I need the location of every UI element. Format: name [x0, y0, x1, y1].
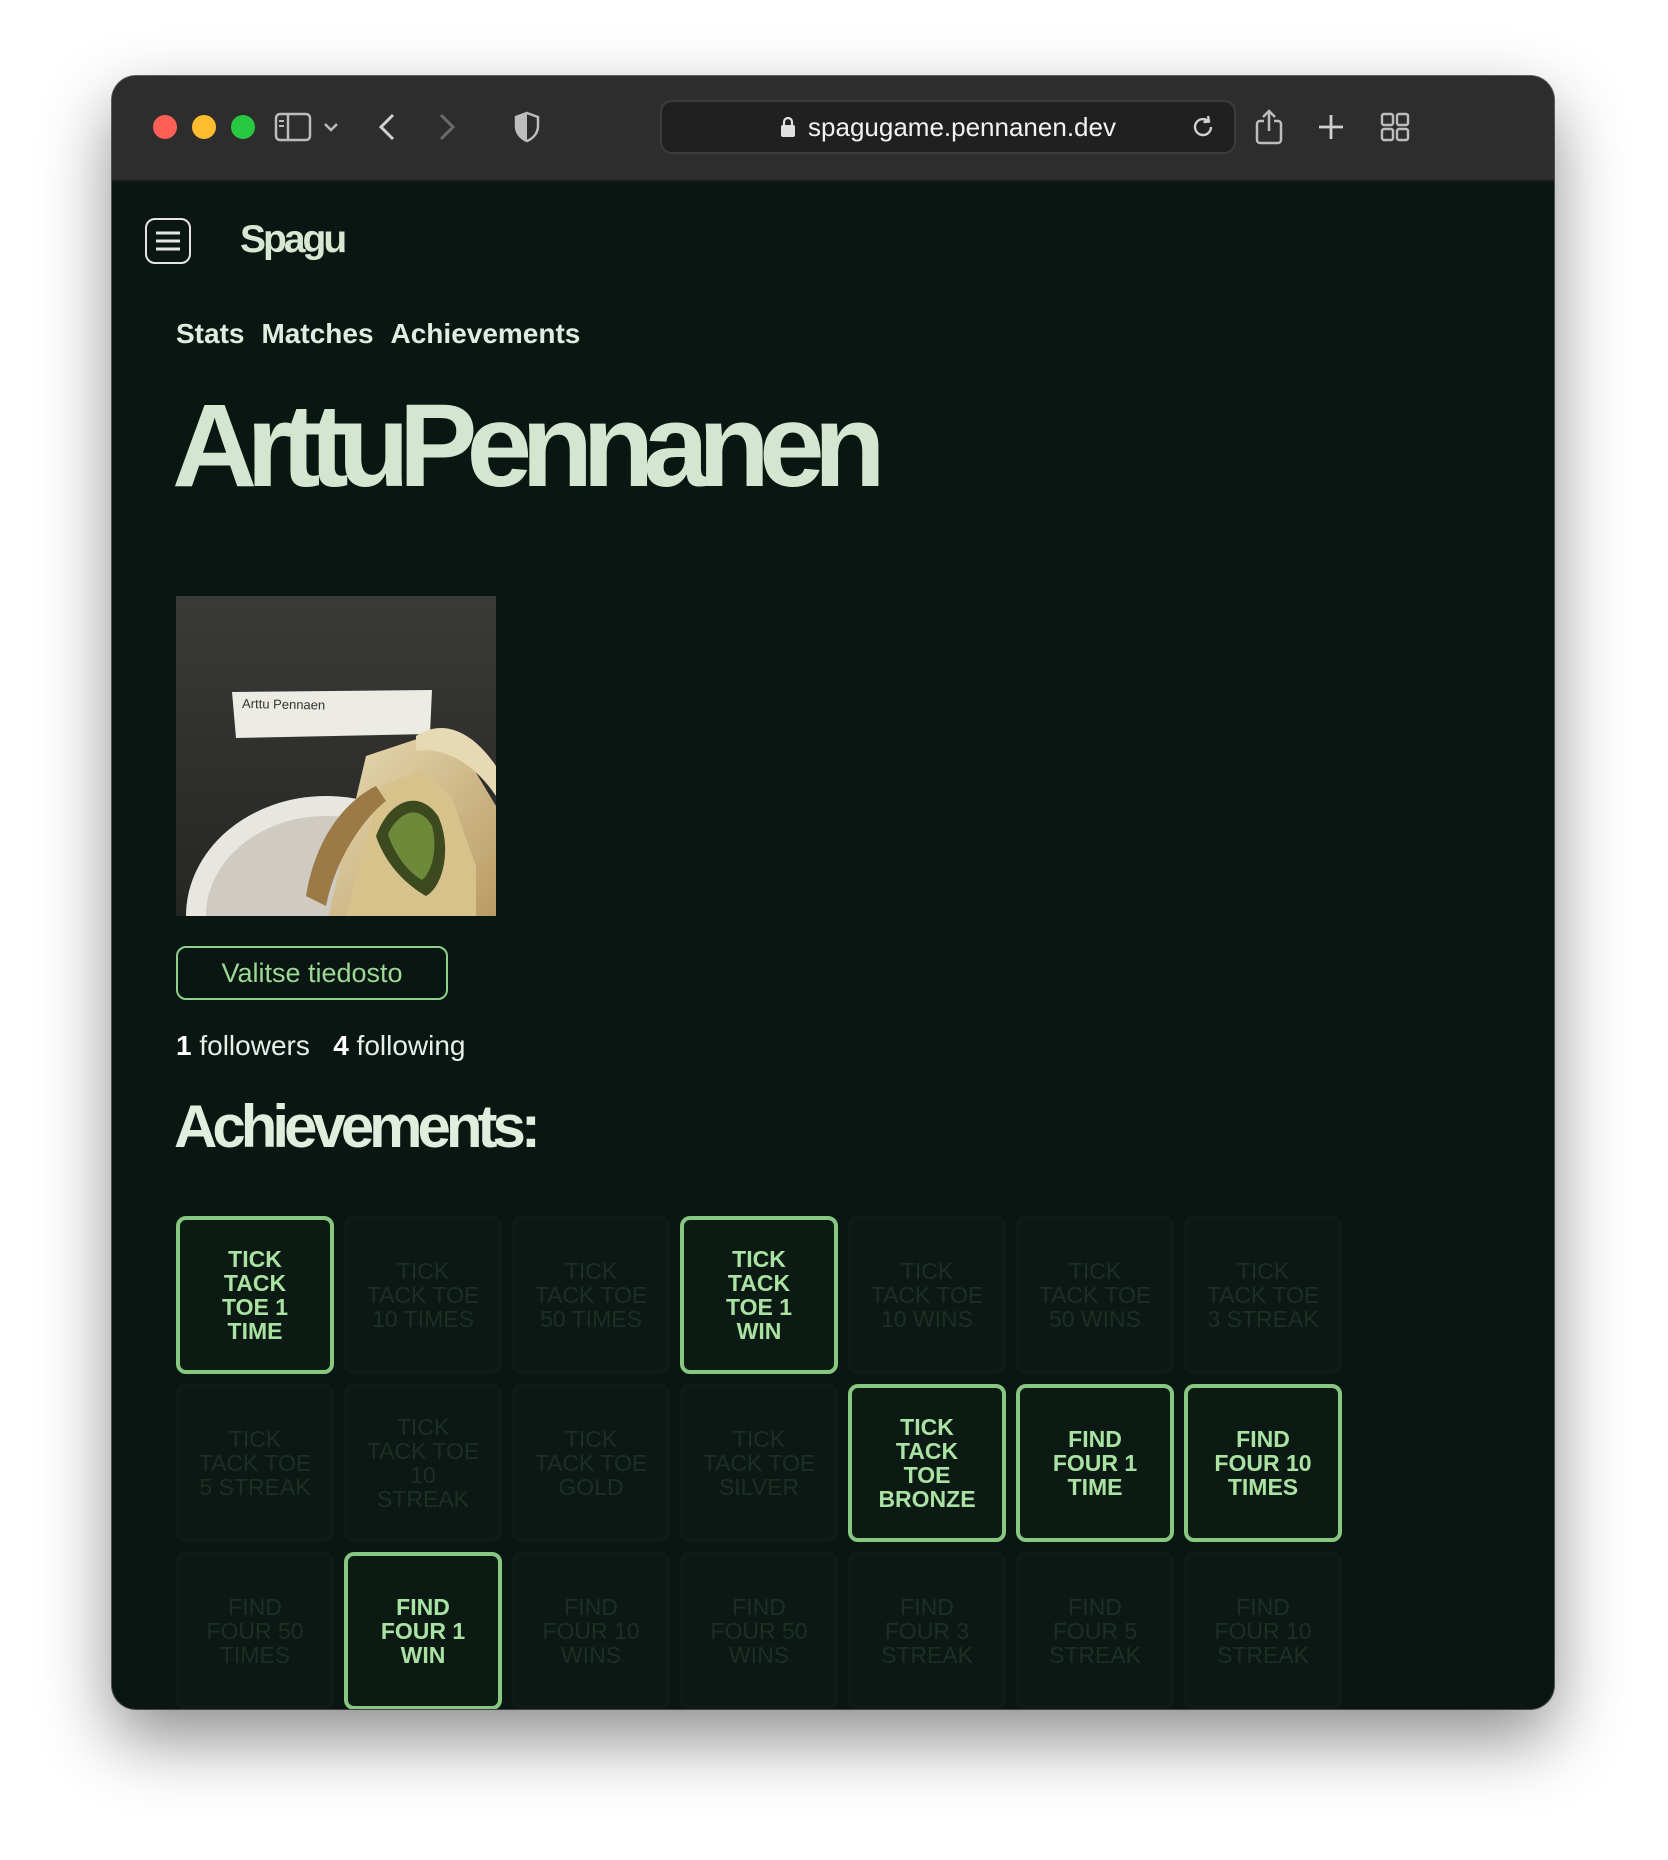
- page-content: Spagu Stats Matches Achievements ArttuPe…: [112, 180, 1554, 1709]
- achievement-tile: FIND FOUR 10 WINS: [512, 1552, 670, 1709]
- profile-nav: Stats Matches Achievements: [176, 318, 580, 350]
- achievement-tile: TICK TACK TOE GOLD: [512, 1384, 670, 1542]
- following-count[interactable]: 4: [333, 1030, 349, 1061]
- followers-label[interactable]: followers: [199, 1030, 309, 1061]
- app-logo[interactable]: Spagu: [240, 218, 347, 262]
- achievement-tile: TICK TACK TOE 1 TIME: [176, 1216, 334, 1374]
- nav-stats[interactable]: Stats: [176, 318, 244, 350]
- achievement-tile: TICK TACK TOE 5 STREAK: [176, 1384, 334, 1542]
- achievement-tile: TICK TACK TOE 10 WINS: [848, 1216, 1006, 1374]
- forward-icon[interactable]: [426, 106, 468, 148]
- achievement-tile: TICK TACK TOE 1 WIN: [680, 1216, 838, 1374]
- browser-window: spagugame.pennanen.dev Spagu Stats Match…: [112, 76, 1554, 1709]
- achievement-tile: TICK TACK TOE SILVER: [680, 1384, 838, 1542]
- follow-stats: 1 followers 4 following: [176, 1030, 466, 1062]
- achievement-tile: TICK TACK TOE 10 TIMES: [344, 1216, 502, 1374]
- address-bar[interactable]: spagugame.pennanen.dev: [660, 100, 1236, 154]
- photo-name-card: Arttu Pennaen: [242, 696, 325, 712]
- profile-name: ArttuPennanen: [172, 380, 886, 512]
- achievement-tile: FIND FOUR 5 STREAK: [1016, 1552, 1174, 1709]
- followers-count[interactable]: 1: [176, 1030, 192, 1061]
- hamburger-menu-icon[interactable]: [145, 218, 191, 264]
- achievements-grid: TICK TACK TOE 1 TIME TICK TACK TOE 10 TIM…: [176, 1216, 1342, 1709]
- nav-achievements[interactable]: Achievements: [391, 318, 581, 350]
- share-icon[interactable]: [1248, 106, 1290, 148]
- achievements-heading: Achievements:: [174, 1093, 541, 1160]
- achievement-tile: FIND FOUR 1 TIME: [1016, 1384, 1174, 1542]
- achievement-tile: FIND FOUR 10 TIMES: [1184, 1384, 1342, 1542]
- url-text: spagugame.pennanen.dev: [808, 111, 1116, 142]
- shield-icon[interactable]: [506, 106, 548, 148]
- back-icon[interactable]: [366, 106, 408, 148]
- tabs-grid-icon[interactable]: [1374, 106, 1416, 148]
- achievement-tile: FIND FOUR 50 TIMES: [176, 1552, 334, 1709]
- achievement-tile: TICK TACK TOE BRONZE: [848, 1384, 1006, 1542]
- achievement-tile: FIND FOUR 3 STREAK: [848, 1552, 1006, 1709]
- plus-icon[interactable]: [1310, 106, 1352, 148]
- lock-icon: [780, 116, 796, 138]
- achievement-tile: TICK TACK TOE 50 TIMES: [512, 1216, 670, 1374]
- chevron-down-icon[interactable]: [318, 106, 344, 148]
- choose-file-button[interactable]: Valitse tiedosto: [176, 946, 448, 1000]
- zoom-window-button[interactable]: [231, 115, 255, 139]
- reload-icon[interactable]: [1190, 114, 1216, 147]
- achievement-tile: FIND FOUR 1 WIN: [344, 1552, 502, 1709]
- browser-toolbar: spagugame.pennanen.dev: [112, 76, 1554, 182]
- achievement-tile: TICK TACK TOE 3 STREAK: [1184, 1216, 1342, 1374]
- achievement-tile: FIND FOUR 50 WINS: [680, 1552, 838, 1709]
- achievement-tile: FIND FOUR 10 STREAK: [1184, 1552, 1342, 1709]
- following-label[interactable]: following: [357, 1030, 466, 1061]
- profile-photo: Arttu Pennaen: [176, 596, 496, 916]
- close-window-button[interactable]: [153, 115, 177, 139]
- achievement-tile: TICK TACK TOE 10 STREAK: [344, 1384, 502, 1542]
- nav-matches[interactable]: Matches: [261, 318, 373, 350]
- achievement-tile: TICK TACK TOE 50 WINS: [1016, 1216, 1174, 1374]
- sidebar-icon[interactable]: [272, 106, 314, 148]
- minimize-window-button[interactable]: [192, 115, 216, 139]
